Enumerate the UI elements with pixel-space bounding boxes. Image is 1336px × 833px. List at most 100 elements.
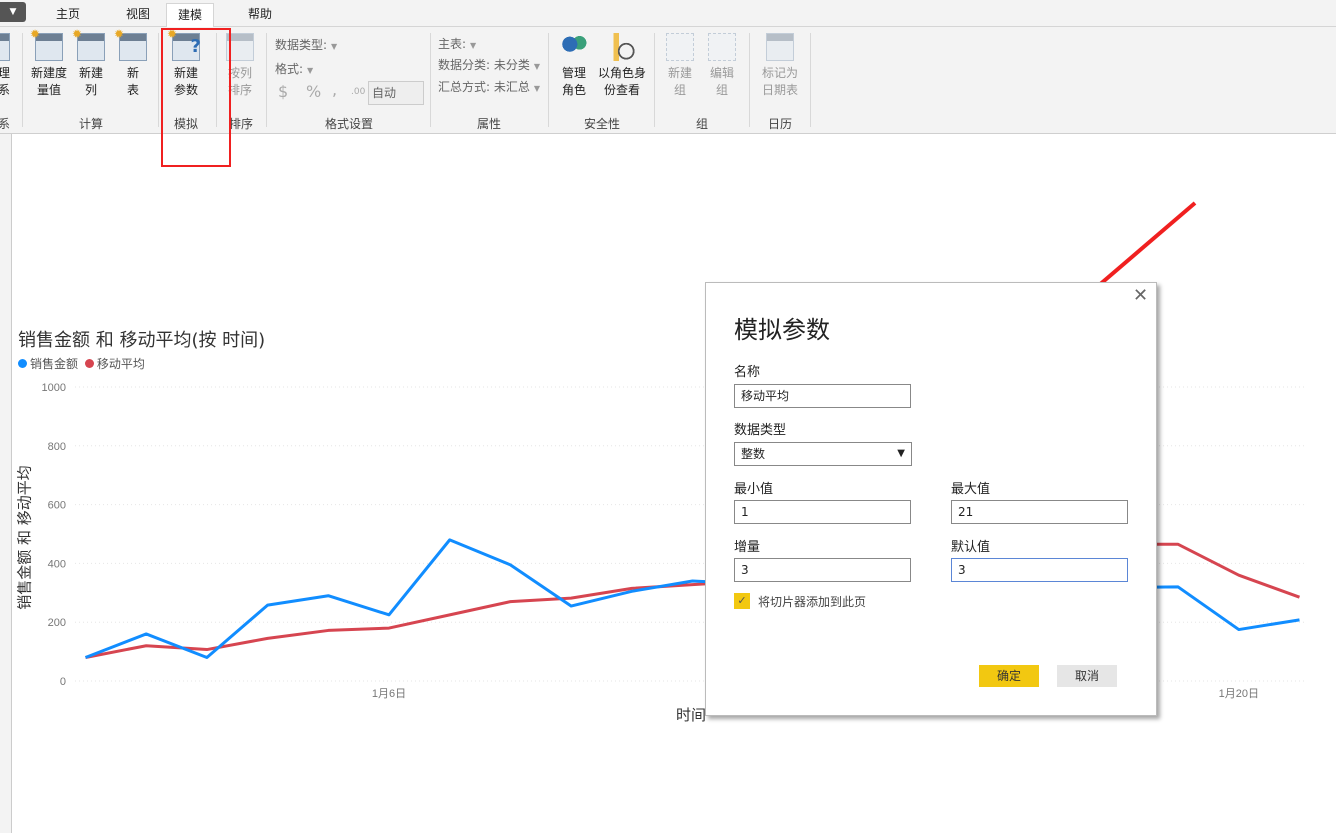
chevron-down-icon: ▼ — [897, 448, 905, 459]
label: 理 — [0, 66, 10, 80]
name-label: 名称 — [734, 365, 761, 380]
label: 格式: — [275, 62, 304, 76]
table-icon: ✹ — [114, 28, 147, 61]
label: 组 — [715, 83, 728, 97]
legend-dot-sales — [18, 359, 27, 368]
y-tick-label: 1000 — [42, 382, 66, 394]
min-label: 最小值 — [734, 482, 774, 497]
legend-label-sales[interactable]: 销售金额 — [30, 357, 78, 371]
new-group-icon — [666, 33, 694, 61]
label: 编辑 — [709, 66, 734, 80]
group-label-properties: 属性 — [476, 117, 501, 131]
max-input[interactable]: 21 — [951, 500, 1128, 524]
y-tick-label: 0 — [60, 676, 66, 688]
cancel-button[interactable]: 取消 — [1057, 665, 1117, 687]
label: 管理 — [561, 66, 586, 80]
label: 列 — [84, 83, 97, 97]
group-label-calendar: 日历 — [767, 117, 792, 131]
y-tick-label: 200 — [48, 617, 66, 629]
close-icon[interactable]: ✕ — [1133, 285, 1148, 306]
group-label-formatting: 格式设置 — [324, 117, 373, 131]
roles-people-icon — [560, 33, 588, 61]
x-tick-label: 1月6日 — [372, 688, 406, 700]
x-tick-label: 1月20日 — [1219, 688, 1259, 700]
group-label-security: 安全性 — [583, 117, 620, 131]
percent-button[interactable]: % — [306, 82, 321, 101]
data-type-label: 数据类型 — [734, 423, 787, 438]
label: 汇总方式: 未汇总 — [438, 80, 530, 94]
view-as-roles-button[interactable]: 以角色身 份查看 — [596, 33, 648, 99]
name-input[interactable]: 移动平均 — [734, 384, 911, 408]
max-label: 最大值 — [951, 482, 991, 497]
edit-group-icon — [708, 33, 736, 61]
group-label-groups: 组 — [695, 117, 708, 131]
group-label-calculations: 计算 — [78, 117, 103, 131]
y-tick-label: 400 — [48, 558, 66, 570]
label: 角色 — [561, 83, 586, 97]
label: 新建 — [78, 66, 103, 80]
label: 新建 — [667, 66, 692, 80]
label: 主表: — [438, 37, 467, 51]
relationships-icon — [0, 33, 10, 61]
column-icon: ✹ — [72, 28, 105, 61]
manage-relationships-button[interactable]: 理系 — [0, 33, 12, 99]
manage-roles-button[interactable]: 管理 角色 — [556, 33, 592, 99]
legend-label-moving-avg[interactable]: 移动平均 — [97, 357, 145, 371]
label: 量值 — [36, 83, 61, 97]
summarize-dropdown[interactable]: 汇总方式: 未汇总 ▼ — [438, 78, 540, 95]
selected-value: 整数 — [741, 447, 766, 461]
divider — [158, 33, 159, 127]
add-slicer-checkbox[interactable]: ✓ — [734, 593, 750, 609]
label: 标记为 — [761, 66, 798, 80]
tab-help[interactable]: 帮助 — [232, 3, 288, 27]
label: 以角色身 — [597, 66, 646, 80]
default-input[interactable]: 3 — [951, 558, 1128, 582]
home-table-dropdown[interactable]: 主表: ▼ — [438, 35, 476, 52]
divider — [749, 33, 750, 127]
divider — [266, 33, 267, 127]
decimal-places-stepper[interactable]: 自动 — [368, 81, 424, 105]
data-category-dropdown[interactable]: 数据分类: 未分类 ▼ — [438, 56, 540, 73]
increment-label: 增量 — [734, 540, 761, 555]
mark-as-date-table-button[interactable]: 标记为 日期表 — [754, 33, 806, 99]
new-table-button[interactable]: ✹ 新表 — [114, 28, 150, 99]
divider — [654, 33, 655, 127]
label: 组 — [673, 83, 686, 97]
decimals-button[interactable]: .00 — [351, 87, 365, 97]
ok-button[interactable]: 确定 — [979, 665, 1039, 687]
divider — [548, 33, 549, 127]
tab-view[interactable]: 视图 — [110, 3, 166, 27]
divider — [22, 33, 23, 127]
default-label: 默认值 — [951, 540, 991, 555]
legend-dot-moving-avg — [84, 359, 94, 368]
new-measure-button[interactable]: ✹ 新建度 量值 — [28, 28, 70, 99]
x-axis-title: 时间 — [676, 706, 707, 724]
comma-button[interactable]: , — [332, 80, 337, 99]
tab-modeling[interactable]: 建模 — [166, 3, 214, 28]
label: 新 — [126, 66, 139, 80]
label: 新建度 — [30, 66, 67, 80]
min-input[interactable]: 1 — [734, 500, 911, 524]
label: 自动 — [372, 86, 397, 100]
edit-group-button[interactable]: 编辑组 — [704, 33, 740, 99]
y-tick-label: 600 — [48, 500, 66, 512]
y-tick-label: 800 — [48, 441, 66, 453]
new-column-button[interactable]: ✹ 新建列 — [72, 28, 108, 99]
format-dropdown[interactable]: 格式: ▼ — [275, 60, 313, 77]
chart-title: 销售金额 和 移动平均(按 时间) — [18, 330, 266, 351]
ribbon-tabs: ▼ 主页 视图 建模 帮助 — [0, 0, 1336, 28]
file-menu-button[interactable]: ▼ — [0, 2, 26, 22]
data-type-dropdown[interactable]: 数据类型: ▼ — [275, 36, 337, 53]
label: 日期表 — [761, 83, 798, 97]
increment-input[interactable]: 3 — [734, 558, 911, 582]
add-slicer-label[interactable]: 将切片器添加到此页 — [758, 593, 866, 610]
label: 数据分类: 未分类 — [438, 58, 530, 72]
currency-button[interactable]: $ — [278, 82, 288, 101]
divider — [810, 33, 811, 127]
new-group-button[interactable]: 新建组 — [662, 33, 698, 99]
tab-home[interactable]: 主页 — [40, 3, 96, 27]
divider — [430, 33, 431, 127]
data-type-select[interactable]: 整数 ▼ — [734, 442, 912, 466]
label: 系 — [0, 83, 10, 97]
group-label-relationships: 系 — [0, 117, 10, 131]
